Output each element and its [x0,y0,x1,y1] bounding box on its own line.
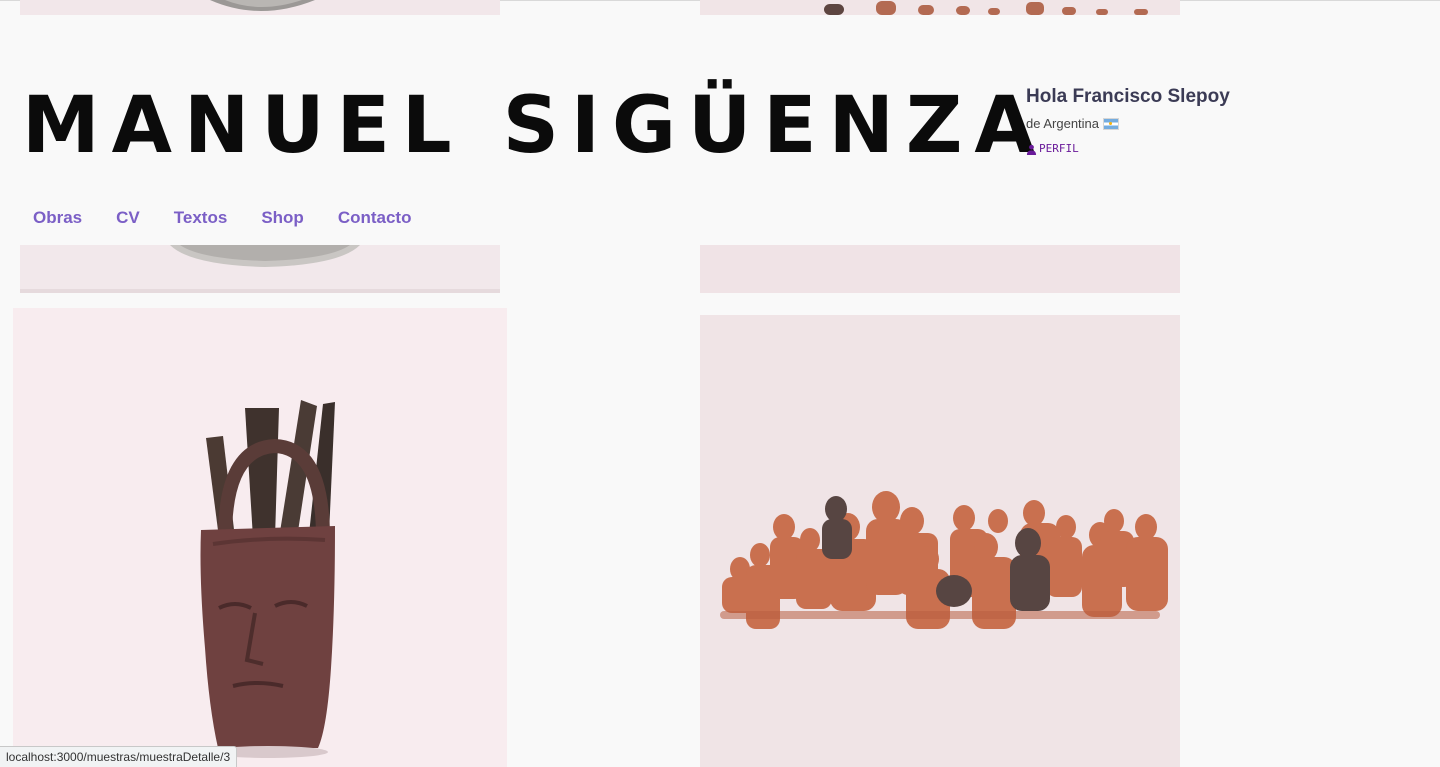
nav-item-textos[interactable]: Textos [174,205,228,231]
main-nav: Obras CV Textos Shop Contacto [33,205,411,231]
site-title[interactable]: MANUEL SIGÜENZA [22,78,1047,174]
user-greeting: Hola Francisco Slepoy [1026,86,1230,107]
user-panel: Hola Francisco Slepoy de Argentina PERFI… [1026,84,1326,160]
artwork-bottom-left[interactable] [13,308,507,767]
artwork-mid-right[interactable] [700,245,1180,293]
artwork-mid-left[interactable] [20,245,500,293]
artwork-bottom-right[interactable] [700,315,1180,767]
user-country-row: de Argentina [1026,115,1326,133]
browser-status-url: localhost:3000/muestras/muestraDetalle/3 [0,746,238,767]
profile-link[interactable]: PERFIL [1026,142,1079,156]
page: MANUEL SIGÜENZA Hola Francisco Slepoy de… [0,0,1440,767]
argentina-flag-icon [1103,118,1120,130]
artwork-top-right[interactable] [700,0,1180,15]
profile-link-label: PERFIL [1039,142,1079,155]
user-country: de Argentina [1026,116,1100,131]
person-icon [1026,144,1037,155]
nav-item-cv[interactable]: CV [116,205,140,231]
artwork-top-left[interactable] [20,0,500,15]
nav-item-shop[interactable]: Shop [261,205,304,231]
nav-item-contacto[interactable]: Contacto [338,205,412,231]
nav-item-obras[interactable]: Obras [33,205,82,231]
